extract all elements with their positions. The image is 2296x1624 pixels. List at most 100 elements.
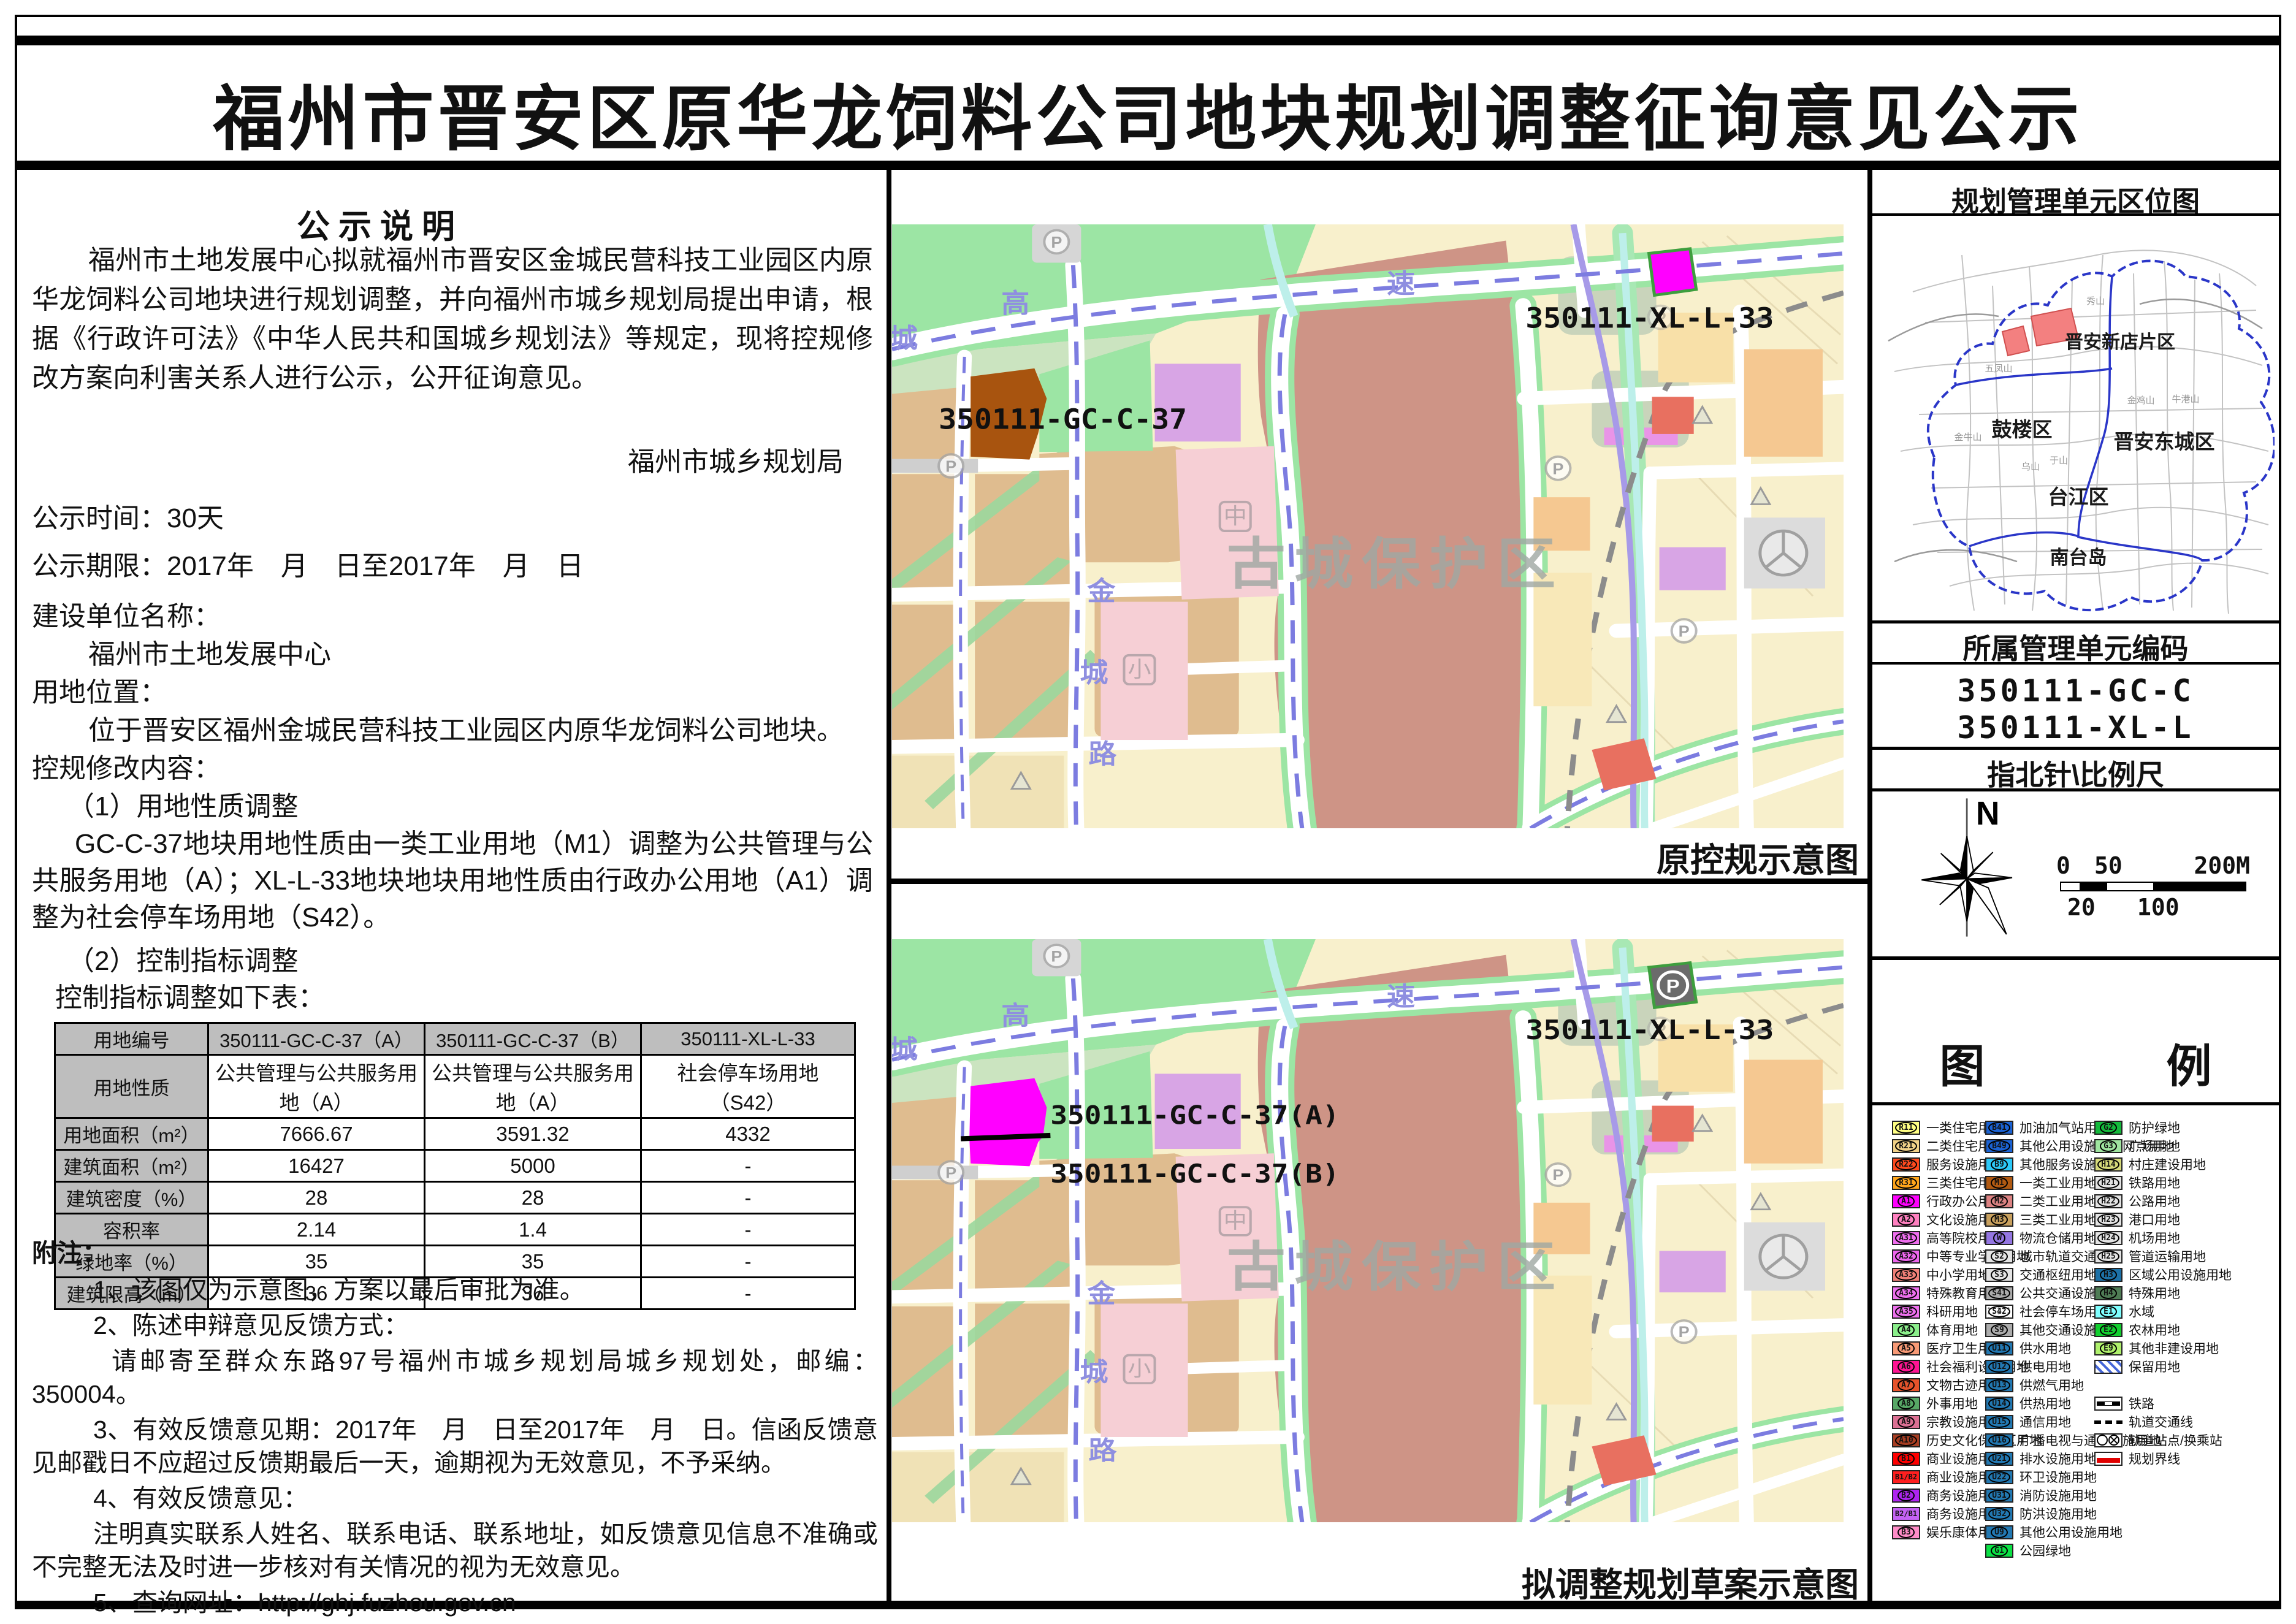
legend-row: M3 三类工业用地 <box>1985 1210 2094 1229</box>
legend-label: 排水设施用地 <box>2019 1449 2097 1468</box>
content-item1-body: GC-C-37地块用地性质由一类工业用地（M1）调整为公共管理与公共服务用地（A… <box>32 826 873 936</box>
legend-code: A31 <box>1895 1232 1917 1244</box>
legend-swatch: E9 <box>2094 1341 2122 1355</box>
legend-code: U14 <box>1988 1398 2010 1409</box>
rc-rule-6 <box>1872 956 2279 960</box>
legend-label: 广场用地 <box>2129 1137 2180 1155</box>
legend-code: M3 <box>1991 1214 2008 1226</box>
content-label: 控规修改内容： <box>32 751 221 787</box>
legend-row: G2防护绿地 <box>2094 1118 2284 1137</box>
legend-swatch: A33 <box>1892 1268 1920 1282</box>
legend-column: R11一类住宅用地R21二类住宅用地R22服务设施用地R31三类住宅用地A1行政… <box>1892 1118 1985 1541</box>
divider-left-mid <box>887 170 891 1607</box>
table-cell: 5000 <box>425 1150 641 1182</box>
legend-row: M2二类工业用地 <box>1985 1192 2094 1210</box>
legend-row: H21铁路用地 <box>2094 1173 2284 1192</box>
legend-row: H23港口用地 <box>2094 1210 2284 1229</box>
legend-swatch: U9 <box>1985 1525 2013 1539</box>
legend-row: H22公路用地 <box>2094 1192 2284 1210</box>
legend-code: G3 <box>2100 1140 2117 1152</box>
rc-rule-7 <box>1872 1102 2279 1105</box>
legend-row: R31三类住宅用地 <box>1892 1173 1985 1192</box>
legend-swatch: R22 <box>1892 1157 1920 1172</box>
location-value: 位于晋安区福州金城民营科技工业园区内原华龙饲料公司地块。 <box>88 713 844 749</box>
table-cell: - <box>641 1182 855 1214</box>
legend-label: 防洪设施用地 <box>2019 1504 2097 1523</box>
hill-label: 金牛山 <box>1954 432 1981 443</box>
legend-row: B1商业设施用地 <box>1892 1449 1985 1468</box>
legend-code: A10 <box>1895 1435 1917 1446</box>
table-cell: 7666.67 <box>208 1118 425 1150</box>
legend-swatch: U22 <box>1985 1470 2013 1484</box>
legend-code: G2 <box>2100 1122 2117 1134</box>
legend-code: B2/B1 <box>1895 1509 1917 1519</box>
scale-100: 100 <box>2137 894 2180 921</box>
district-label-xindian: 晋安新店片区 <box>2065 332 2175 353</box>
legend-label: 其他公用设施用地 <box>2019 1523 2122 1541</box>
legend-row: S3交通枢纽用地 <box>1985 1265 2094 1284</box>
table-cell: 3591.32 <box>425 1118 641 1150</box>
legend-code: A9 <box>1897 1416 1915 1428</box>
legend-swatch: S9 <box>1985 1323 2013 1337</box>
legend-swatch: B1/B2 <box>1892 1470 1920 1484</box>
legend-row: U14供热用地 <box>1985 1394 2094 1412</box>
legend-code: A1 <box>1897 1195 1915 1207</box>
legend-row: H24机场用地 <box>2094 1229 2284 1247</box>
north-arrow: N <box>1901 794 2035 941</box>
legend-row: H25管道运输用地 <box>2094 1247 2284 1265</box>
legend-code: E2 <box>2100 1324 2117 1336</box>
legend-label: 三类工业用地 <box>2019 1210 2097 1229</box>
legend-code: A7 <box>1897 1379 1915 1391</box>
unit-label: 建设单位名称： <box>32 599 221 635</box>
legend-row: E1水域 <box>2094 1302 2284 1321</box>
map-adjusted: P 350111-GC-C-37(A) 350111-GC-C-37(B) 35… <box>892 939 1844 1522</box>
legend-label: 轨道站点/换乘站 <box>2129 1431 2222 1449</box>
legend-code: B1 <box>1897 1453 1915 1465</box>
district-label-dongcheng: 晋安东城区 <box>2114 430 2215 453</box>
legend-row: B3娱乐康体用地 <box>1892 1523 1985 1541</box>
legend-row: B2/B1商务设施用地 <box>1892 1504 1985 1523</box>
legend-code: H3 <box>2100 1269 2117 1281</box>
legend-row: U22环卫设施用地 <box>1985 1468 2094 1486</box>
legend-label: 水域 <box>2129 1302 2154 1321</box>
legend-row: U13供燃气用地 <box>1985 1376 2094 1394</box>
show-time: 公示时间：30天 <box>32 501 224 536</box>
legend-label: 特殊用地 <box>2129 1284 2180 1302</box>
road-char-lu: 路 <box>1088 739 1116 769</box>
district-label-gulou: 鼓楼区 <box>1992 418 2053 441</box>
legend-code: U15 <box>1988 1416 2010 1428</box>
legend-swatch: A8 <box>1892 1397 1920 1411</box>
legend-row: H4特殊用地 <box>2094 1284 2284 1302</box>
road-char-cheng2: 城 <box>1080 657 1108 688</box>
legend-swatch: B3 <box>1892 1525 1920 1539</box>
legend-swatch: A31 <box>1892 1231 1920 1245</box>
legend-row: U9其他公用设施用地 <box>1985 1523 2094 1541</box>
legend-code: A35 <box>1895 1306 1917 1317</box>
legend-swatch: A4 <box>1892 1323 1920 1337</box>
plot-label-gc-b: 350111-GC-C-37(B) <box>1050 1159 1339 1189</box>
legend-label: 中小学用地 <box>1926 1265 1991 1284</box>
legend-swatch <box>2094 1397 2122 1411</box>
legend-swatch: H3 <box>2094 1268 2122 1282</box>
legend-row: H3区域公用设施用地 <box>2094 1265 2284 1284</box>
north-label: N <box>1976 796 2000 832</box>
legend-code: S9 <box>1991 1324 2008 1336</box>
location-map: 晋安新店片区 鼓楼区 晋安东城区 台江区 南台岛 五凤山 金牛山 乌山 于山 金… <box>1876 218 2275 618</box>
table-intro: 控制指标调整如下表： <box>55 980 325 1016</box>
legend-row: R11一类住宅用地 <box>1892 1118 1985 1137</box>
legend-row: A2文化设施用地 <box>1892 1210 1985 1229</box>
note-line: 5、查询网址：http://ghj.fuzhou.gov.cn <box>32 1586 878 1619</box>
legend-label: 物流仓储用地 <box>2019 1229 2097 1247</box>
scale-200m: 200M <box>2194 852 2250 879</box>
rc-rule-1 <box>1872 213 2279 216</box>
scale-bar: 0 50 200M 20 100 <box>2060 852 2244 920</box>
legend-row: B9其他服务设施用地 <box>1985 1155 2094 1173</box>
legend-label: 外事用地 <box>1926 1394 1978 1412</box>
table-cell: - <box>641 1150 855 1182</box>
legend-swatch: B2 <box>1892 1489 1920 1503</box>
legend-swatch: U15 <box>1985 1415 2013 1429</box>
road-char-su: 速 <box>1387 269 1415 299</box>
legend-code: S3 <box>1991 1269 2008 1281</box>
legend-swatch: U11 <box>1985 1341 2013 1355</box>
legend-label: 供电用地 <box>2019 1357 2071 1376</box>
